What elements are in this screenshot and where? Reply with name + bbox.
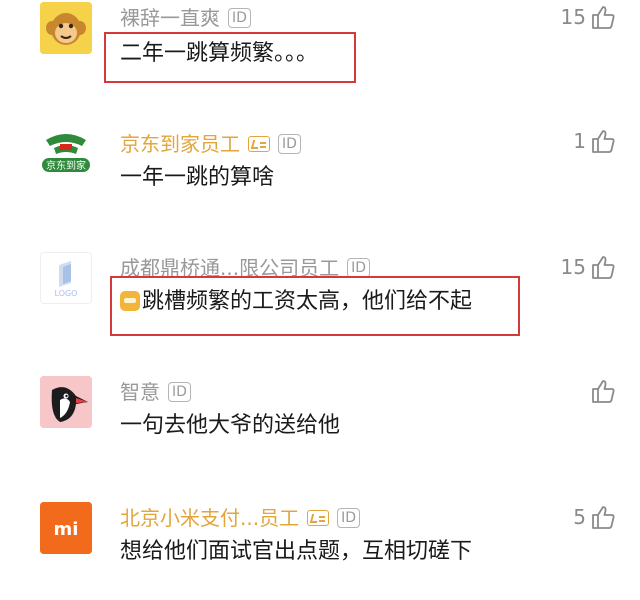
comment-item: 裸辞一直爽 ID 二年一跳算频繁。。。 15 [0, 0, 640, 100]
comment-username[interactable]: 智意 ID [120, 380, 191, 404]
id-badge: ID [337, 508, 360, 528]
comment-item: 京东到家 京东到家员工 ID 一年一跳的算啥 1 [0, 124, 640, 224]
user-avatar[interactable] [40, 2, 92, 54]
thumbs-up-icon [592, 256, 615, 279]
thumbs-up-icon [592, 130, 615, 153]
logo-placeholder-icon: LOGO [41, 253, 91, 303]
username-text[interactable]: 裸辞一直爽 [120, 6, 220, 30]
id-badge: ID [347, 258, 370, 278]
like-button[interactable]: 15 [561, 254, 616, 280]
verified-badge-icon [307, 510, 330, 526]
id-badge: ID [168, 382, 191, 402]
like-count: 1 [573, 129, 586, 153]
woodpecker-icon [40, 376, 92, 428]
comment-text: 一句去他大爷的送给他 [120, 413, 341, 438]
user-avatar[interactable] [40, 376, 92, 428]
username-text[interactable]: 北京小米支付...员工 [120, 506, 299, 530]
username-text[interactable]: 智意 [120, 380, 160, 404]
like-count: 15 [560, 255, 586, 279]
comment-text: 一年一跳的算啥 [120, 165, 275, 190]
user-avatar[interactable]: LOGO [40, 252, 92, 304]
user-avatar[interactable]: 京东到家 [40, 126, 92, 178]
like-button[interactable]: 15 [561, 4, 616, 30]
comment-text: 想给他们面试官出点题，互相切磋下 [120, 539, 473, 564]
mi-logo: mi [40, 502, 92, 554]
like-count: 15 [560, 5, 586, 29]
like-button[interactable]: 1 [573, 128, 616, 154]
avatar-text: 京东到家 [46, 159, 86, 172]
avatar-text: mi [54, 519, 79, 540]
like-count: 5 [573, 505, 586, 529]
comment-username[interactable]: 北京小米支付...员工 ID [120, 506, 360, 530]
verified-badge-icon [248, 136, 270, 152]
comment-item: 智意 ID 一句去他大爷的送给他 [0, 374, 640, 474]
avatar-text: LOGO [55, 289, 78, 298]
thumbs-up-icon [592, 6, 615, 29]
like-button[interactable] [586, 378, 616, 404]
like-button[interactable]: 5 [573, 504, 616, 530]
highlight-box [104, 32, 356, 83]
monkey-face-icon [40, 2, 92, 54]
thumbs-up-icon [592, 380, 615, 403]
thumbs-up-icon [592, 506, 615, 529]
user-avatar[interactable]: mi [40, 502, 92, 554]
highlight-box [110, 276, 520, 336]
comment-item: mi 北京小米支付...员工 ID 想给他们面试官出点题，互相切磋下 5 [0, 500, 640, 600]
comment-username[interactable]: 京东到家员工 ID [120, 132, 301, 156]
comment-item: LOGO 成都鼎桥通...限公司员工 ID 跳槽频繁的工资太高，他们给不起 15 [0, 250, 640, 350]
id-badge: ID [278, 134, 301, 154]
comment-username[interactable]: 裸辞一直爽 ID [120, 6, 251, 30]
username-text[interactable]: 京东到家员工 [120, 132, 240, 156]
jd-daojia-logo: 京东到家 [40, 126, 92, 178]
id-badge: ID [228, 8, 251, 28]
